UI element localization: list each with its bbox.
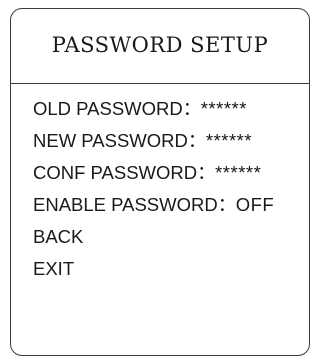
exit-label: EXIT <box>33 258 75 279</box>
menu-item-separator: ： <box>182 98 202 119</box>
menu-item-enable-password[interactable]: ENABLE PASSWORD：OFF <box>33 189 274 221</box>
menu-item-back[interactable]: BACK <box>33 221 274 253</box>
menu-item-label: NEW PASSWORD <box>33 130 188 151</box>
menu-item-label: ENABLE PASSWORD <box>33 194 218 215</box>
new-password-value[interactable]: ****** <box>206 130 252 151</box>
menu-item-exit[interactable]: EXIT <box>33 253 274 285</box>
menu-item-separator: ： <box>197 162 216 183</box>
menu-item-separator: ： <box>217 194 237 215</box>
menu-item-label: CONF PASSWORD <box>33 162 198 183</box>
menu-item-separator: ： <box>187 130 207 151</box>
password-menu: OLD PASSWORD：****** NEW PASSWORD：****** … <box>33 93 274 285</box>
back-label: BACK <box>33 226 84 247</box>
title-divider <box>11 83 309 84</box>
password-setup-dialog: PASSWORD SETUP OLD PASSWORD：****** NEW P… <box>10 8 310 356</box>
enable-password-value[interactable]: OFF <box>236 194 275 215</box>
menu-item-conf-password[interactable]: CONF PASSWORD：****** <box>33 157 274 189</box>
menu-item-label: OLD PASSWORD <box>33 98 183 119</box>
old-password-value[interactable]: ****** <box>201 98 247 119</box>
menu-item-new-password[interactable]: NEW PASSWORD：****** <box>33 125 274 157</box>
dialog-title: PASSWORD SETUP <box>51 33 269 57</box>
menu-item-old-password[interactable]: OLD PASSWORD：****** <box>33 93 274 125</box>
conf-password-value[interactable]: ****** <box>215 162 261 183</box>
